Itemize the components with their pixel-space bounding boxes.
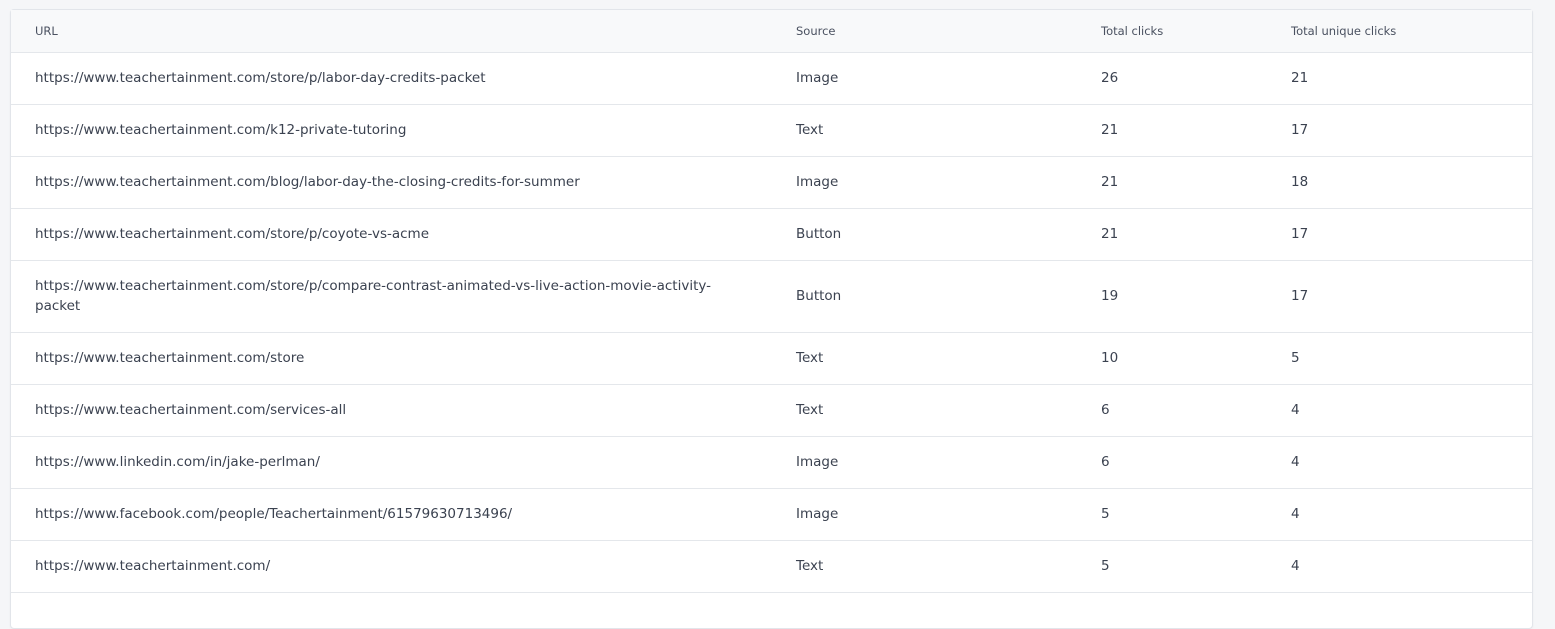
total-unique-clicks-cell: 17 bbox=[1291, 260, 1532, 333]
total-unique-clicks-cell: 5 bbox=[1291, 332, 1532, 385]
url-cell[interactable]: https://www.teachertainment.com/k12-priv… bbox=[11, 104, 796, 157]
column-header-total-clicks[interactable]: Total clicks bbox=[1101, 10, 1291, 53]
link-clicks-table: URL Source Total clicks Total unique cli… bbox=[11, 10, 1532, 593]
link-clicks-table-panel: URL Source Total clicks Total unique cli… bbox=[10, 9, 1533, 629]
column-header-source[interactable]: Source bbox=[796, 10, 1101, 53]
source-cell: Image bbox=[796, 52, 1101, 105]
url-cell[interactable]: https://www.teachertainment.com/ bbox=[11, 540, 796, 593]
source-cell: Image bbox=[796, 436, 1101, 489]
source-cell: Button bbox=[796, 208, 1101, 261]
source-cell: Button bbox=[796, 260, 1101, 333]
source-cell: Image bbox=[796, 488, 1101, 541]
total-clicks-cell: 21 bbox=[1101, 156, 1291, 209]
total-unique-clicks-cell: 4 bbox=[1291, 436, 1532, 489]
table-row: https://www.teachertainment.com/store Te… bbox=[11, 332, 1532, 385]
url-cell[interactable]: https://www.teachertainment.com/store bbox=[11, 332, 796, 385]
total-unique-clicks-cell: 17 bbox=[1291, 104, 1532, 157]
column-header-url[interactable]: URL bbox=[11, 10, 796, 53]
total-clicks-cell: 21 bbox=[1101, 104, 1291, 157]
url-cell[interactable]: https://www.linkedin.com/in/jake-perlman… bbox=[11, 436, 796, 489]
table-row: https://www.facebook.com/people/Teachert… bbox=[11, 488, 1532, 541]
table-row: https://www.teachertainment.com/ Text 5 … bbox=[11, 540, 1532, 593]
url-cell[interactable]: https://www.teachertainment.com/store/p/… bbox=[11, 260, 796, 333]
total-unique-clicks-cell: 21 bbox=[1291, 52, 1532, 105]
total-clicks-cell: 6 bbox=[1101, 436, 1291, 489]
table-row: https://www.teachertainment.com/services… bbox=[11, 384, 1532, 437]
url-cell[interactable]: https://www.teachertainment.com/services… bbox=[11, 384, 796, 437]
table-row: https://www.teachertainment.com/store/p/… bbox=[11, 208, 1532, 261]
total-clicks-cell: 10 bbox=[1101, 332, 1291, 385]
total-unique-clicks-cell: 4 bbox=[1291, 488, 1532, 541]
table-header-row: URL Source Total clicks Total unique cli… bbox=[11, 10, 1532, 53]
column-header-total-unique-clicks[interactable]: Total unique clicks bbox=[1291, 10, 1532, 53]
table-row: https://www.teachertainment.com/k12-priv… bbox=[11, 104, 1532, 157]
source-cell: Image bbox=[796, 156, 1101, 209]
total-unique-clicks-cell: 4 bbox=[1291, 540, 1532, 593]
table-row: https://www.teachertainment.com/store/p/… bbox=[11, 260, 1532, 333]
source-cell: Text bbox=[796, 384, 1101, 437]
total-unique-clicks-cell: 4 bbox=[1291, 384, 1532, 437]
table-row: https://www.teachertainment.com/store/p/… bbox=[11, 52, 1532, 105]
total-clicks-cell: 5 bbox=[1101, 488, 1291, 541]
url-cell[interactable]: https://www.facebook.com/people/Teachert… bbox=[11, 488, 796, 541]
source-cell: Text bbox=[796, 104, 1101, 157]
source-cell: Text bbox=[796, 540, 1101, 593]
table-row: https://www.linkedin.com/in/jake-perlman… bbox=[11, 436, 1532, 489]
total-clicks-cell: 19 bbox=[1101, 260, 1291, 333]
total-unique-clicks-cell: 18 bbox=[1291, 156, 1532, 209]
url-cell[interactable]: https://www.teachertainment.com/blog/lab… bbox=[11, 156, 796, 209]
source-cell: Text bbox=[796, 332, 1101, 385]
total-clicks-cell: 5 bbox=[1101, 540, 1291, 593]
total-clicks-cell: 6 bbox=[1101, 384, 1291, 437]
total-clicks-cell: 21 bbox=[1101, 208, 1291, 261]
url-cell[interactable]: https://www.teachertainment.com/store/p/… bbox=[11, 208, 796, 261]
total-clicks-cell: 26 bbox=[1101, 52, 1291, 105]
table-row: https://www.teachertainment.com/blog/lab… bbox=[11, 156, 1532, 209]
total-unique-clicks-cell: 17 bbox=[1291, 208, 1532, 261]
url-cell[interactable]: https://www.teachertainment.com/store/p/… bbox=[11, 52, 796, 105]
